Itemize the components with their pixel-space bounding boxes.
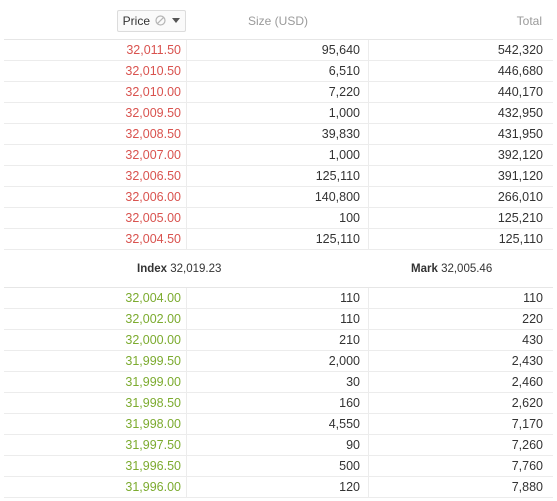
- ask-total-cell: 431,950: [497, 127, 543, 141]
- bid-size-cell: 110: [187, 288, 369, 308]
- bid-price-cell[interactable]: 31,998.50: [4, 393, 187, 413]
- price-header-label: Price: [122, 13, 150, 28]
- bid-price-cell[interactable]: 32,004.00: [4, 288, 187, 308]
- ask-price-cell[interactable]: 32,011.50: [4, 40, 187, 60]
- mark-value: 32,005.46: [441, 263, 493, 275]
- bids-list: 32,004.00 110 110 32,002.00 110 220 32,000.00 2…: [4, 288, 553, 498]
- mark-label: Mark: [411, 263, 438, 275]
- bid-row[interactable]: 31,999.50 2,000 2,430: [4, 351, 553, 372]
- ask-row[interactable]: 32,009.50 1,000 432,950: [4, 103, 553, 124]
- bid-size-cell: 30: [187, 372, 369, 392]
- ask-row[interactable]: 32,011.50 95,640 542,320: [4, 40, 553, 61]
- bid-row[interactable]: 31,999.00 30 2,460: [4, 372, 553, 393]
- index-price: Index 32,019.23: [137, 250, 221, 288]
- order-book: Price Size (USD) Total 32,011.50 95,640 54…: [4, 0, 553, 501]
- ask-row[interactable]: 32,006.50 125,110 391,120: [4, 166, 553, 187]
- bid-price-cell[interactable]: 31,998.00: [4, 414, 187, 434]
- ask-size-cell: 39,830: [187, 124, 369, 144]
- ask-size-cell: 1,000: [187, 145, 369, 165]
- ask-row[interactable]: 32,007.00 1,000 392,120: [4, 145, 553, 166]
- bid-total-cell: 7,260: [511, 438, 543, 452]
- bid-total-cell: 7,170: [511, 417, 543, 431]
- bid-size-cell: 160: [187, 393, 369, 413]
- bid-price-cell[interactable]: 31,996.50: [4, 456, 187, 476]
- bid-total-cell: 110: [523, 291, 543, 305]
- ask-size-cell: 125,110: [187, 166, 369, 186]
- ask-size-cell: 125,110: [187, 229, 369, 249]
- bid-row[interactable]: 31,998.00 4,550 7,170: [4, 414, 553, 435]
- bid-price-cell[interactable]: 32,000.00: [4, 330, 187, 350]
- ask-total-cell: 542,320: [497, 43, 543, 57]
- order-book-header: Price Size (USD) Total: [4, 0, 553, 40]
- ask-total-cell: 266,010: [497, 190, 543, 204]
- mid-price-bar: Index 32,019.23 Mark 32,005.46: [4, 250, 553, 288]
- ask-price-cell[interactable]: 32,010.50: [4, 61, 187, 81]
- bid-row[interactable]: 32,000.00 210 430: [4, 330, 553, 351]
- ask-price-cell[interactable]: 32,006.50: [4, 166, 187, 186]
- bid-price-cell[interactable]: 31,997.50: [4, 435, 187, 455]
- bid-size-cell: 90: [187, 435, 369, 455]
- ask-size-cell: 100: [187, 208, 369, 228]
- total-column-header: Total: [516, 14, 542, 28]
- bid-size-cell: 500: [187, 456, 369, 476]
- bid-row[interactable]: 32,004.00 110 110: [4, 288, 553, 309]
- ask-row[interactable]: 32,010.50 6,510 446,680: [4, 61, 553, 82]
- ask-price-cell[interactable]: 32,009.50: [4, 103, 187, 123]
- no-symbol-icon: [155, 15, 166, 26]
- ask-price-cell[interactable]: 32,008.50: [4, 124, 187, 144]
- ask-size-cell: 7,220: [187, 82, 369, 102]
- caret-down-icon[interactable]: [172, 18, 180, 24]
- bid-size-cell: 4,550: [187, 414, 369, 434]
- bid-row[interactable]: 31,996.00 120 7,880: [4, 477, 553, 498]
- bid-total-cell: 7,760: [511, 459, 543, 473]
- ask-price-cell[interactable]: 32,005.00: [4, 208, 187, 228]
- price-column-header: Price: [4, 0, 187, 40]
- ask-row[interactable]: 32,010.00 7,220 440,170: [4, 82, 553, 103]
- bid-row[interactable]: 31,996.50 500 7,760: [4, 456, 553, 477]
- asks-list: 32,011.50 95,640 542,320 32,010.50 6,510 446,…: [4, 40, 553, 250]
- ask-row[interactable]: 32,006.00 140,800 266,010: [4, 187, 553, 208]
- bid-total-cell: 2,460: [511, 375, 543, 389]
- ask-total-cell: 125,210: [497, 211, 543, 225]
- ask-total-cell: 432,950: [497, 106, 543, 120]
- ask-row[interactable]: 32,005.00 100 125,210: [4, 208, 553, 229]
- bid-total-cell: 220: [522, 312, 543, 326]
- bid-total-cell: 430: [522, 333, 543, 347]
- bid-row[interactable]: 31,997.50 90 7,260: [4, 435, 553, 456]
- ask-size-cell: 6,510: [187, 61, 369, 81]
- ask-price-cell[interactable]: 32,006.00: [4, 187, 187, 207]
- ask-price-cell[interactable]: 32,004.50: [4, 229, 187, 249]
- bid-price-cell[interactable]: 31,999.50: [4, 351, 187, 371]
- ask-total-cell: 391,120: [497, 169, 543, 183]
- bid-size-cell: 210: [187, 330, 369, 350]
- bid-size-cell: 2,000: [187, 351, 369, 371]
- bid-size-cell: 120: [187, 477, 369, 497]
- index-value: 32,019.23: [170, 263, 222, 275]
- bid-total-cell: 2,620: [511, 396, 543, 410]
- size-column-header: Size (USD): [247, 14, 308, 28]
- ask-row[interactable]: 32,008.50 39,830 431,950: [4, 124, 553, 145]
- bid-price-cell[interactable]: 32,002.00: [4, 309, 187, 329]
- ask-size-cell: 1,000: [187, 103, 369, 123]
- ask-size-cell: 95,640: [187, 40, 369, 60]
- ask-total-cell: 446,680: [497, 64, 543, 78]
- bid-price-cell[interactable]: 31,996.00: [4, 477, 187, 497]
- ask-row[interactable]: 32,004.50 125,110 125,110: [4, 229, 553, 250]
- bid-total-cell: 2,430: [511, 354, 543, 368]
- bid-row[interactable]: 32,002.00 110 220: [4, 309, 553, 330]
- bid-row[interactable]: 31,998.50 160 2,620: [4, 393, 553, 414]
- bid-total-cell: 7,880: [511, 480, 543, 494]
- ask-total-cell: 125,110: [498, 232, 543, 246]
- ask-size-cell: 140,800: [187, 187, 369, 207]
- price-grouping-dropdown[interactable]: Price: [116, 9, 186, 32]
- ask-total-cell: 440,170: [497, 85, 543, 99]
- index-label: Index: [137, 263, 168, 275]
- bid-size-cell: 110: [187, 309, 369, 329]
- ask-price-cell[interactable]: 32,007.00: [4, 145, 187, 165]
- bid-price-cell[interactable]: 31,999.00: [4, 372, 187, 392]
- ask-price-cell[interactable]: 32,010.00: [4, 82, 187, 102]
- mark-price: Mark 32,005.46: [411, 250, 492, 288]
- ask-total-cell: 392,120: [497, 148, 543, 162]
